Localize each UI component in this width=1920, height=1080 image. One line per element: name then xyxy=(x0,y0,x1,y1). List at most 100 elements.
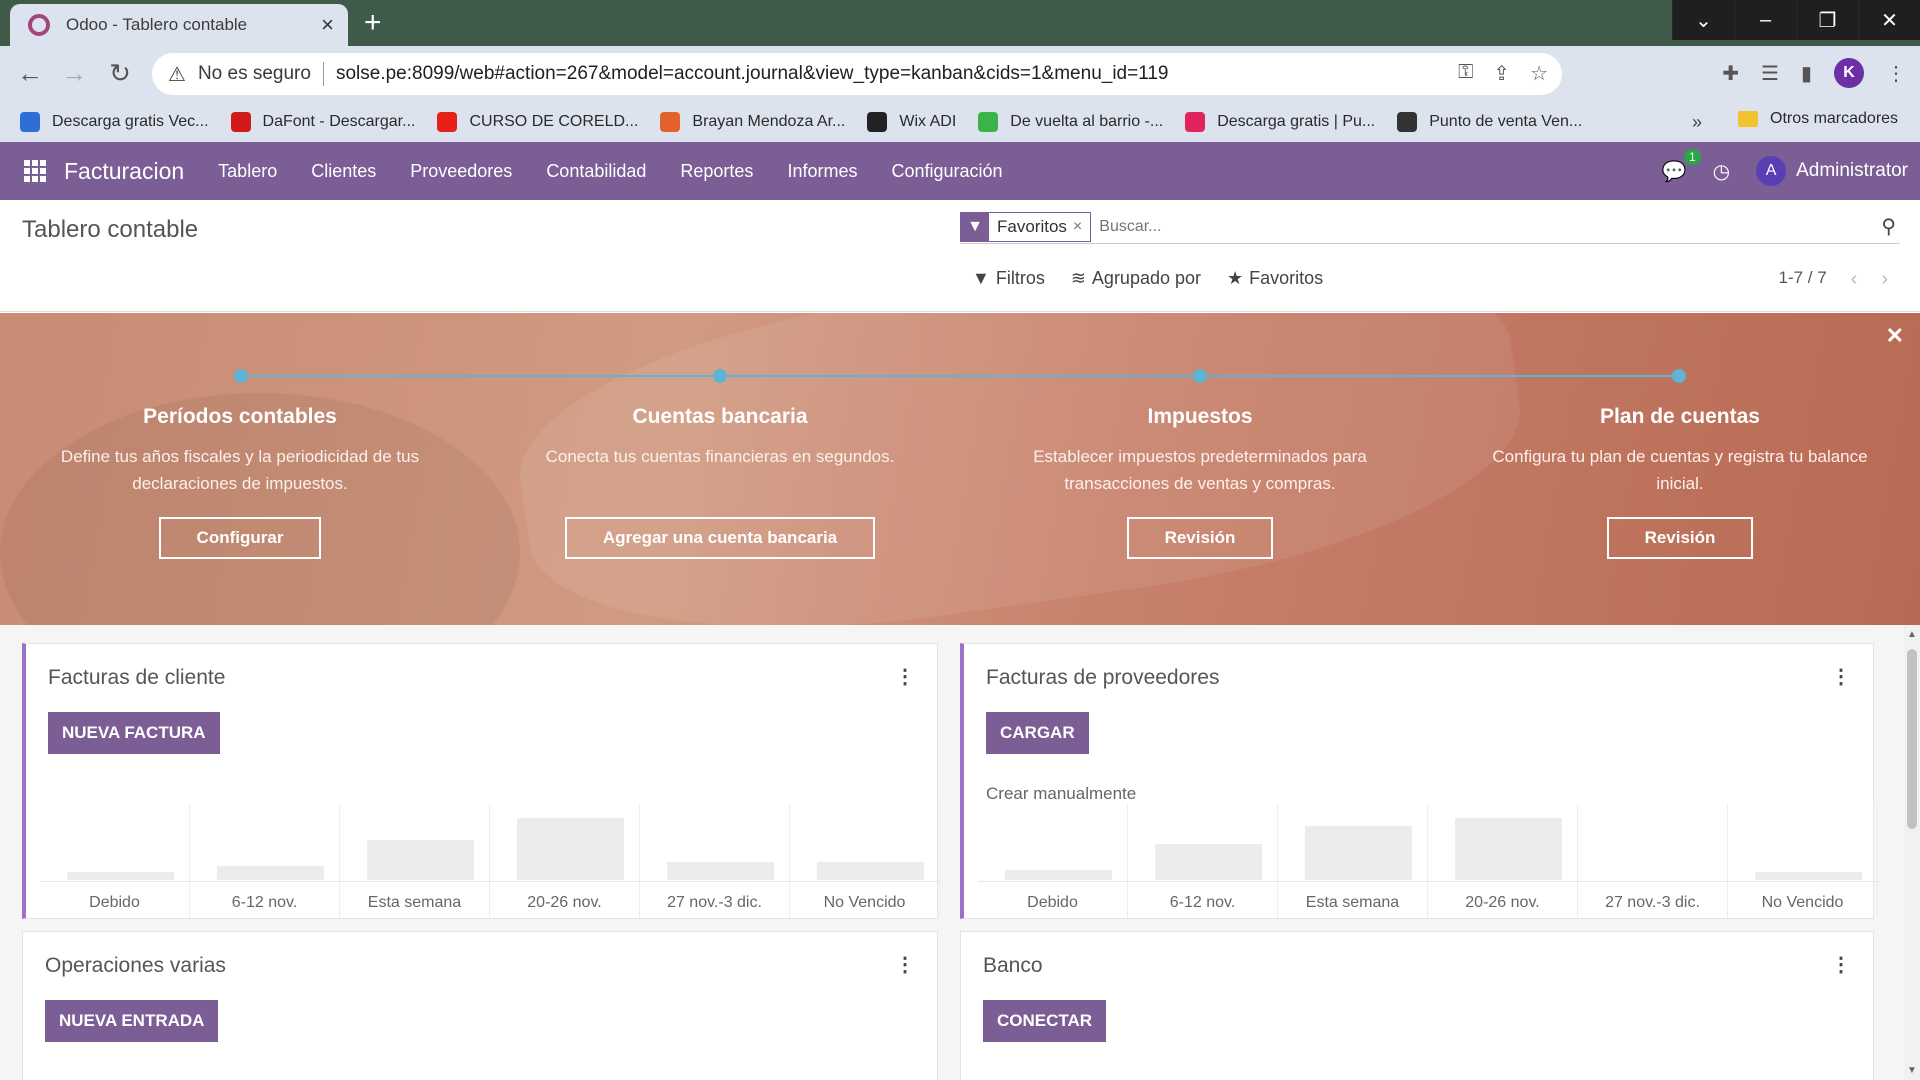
page-scrollbar[interactable]: ▲ ▼ xyxy=(1904,625,1920,1080)
toolbar-right: ✚ ☰ ▮ K ⋮ xyxy=(1722,58,1906,88)
step-dot xyxy=(1193,369,1207,383)
back-icon[interactable]: ← xyxy=(14,58,46,89)
filters-button[interactable]: ▼ Filtros xyxy=(972,268,1045,289)
bookmark-label: De vuelta al barrio -... xyxy=(1010,113,1164,130)
journal-graph[interactable]: Debido 6-12 nov. Esta semana 20-26 nov. 27 n… xyxy=(40,804,940,918)
new-invoice-button[interactable]: NUEVA FACTURA xyxy=(48,712,220,754)
omnibox-icons: ⚿ ⇪ ☆ xyxy=(1458,61,1548,86)
bookmark-item[interactable]: CURSO DE CORELD... xyxy=(437,112,638,132)
menu-configuracion[interactable]: Configuración xyxy=(891,161,1002,182)
insecure-label[interactable]: No es seguro xyxy=(198,63,311,85)
graph-label: 20-26 nov. xyxy=(527,894,602,911)
bookmark-item[interactable]: Descarga gratis Vec... xyxy=(20,112,209,132)
user-menu[interactable]: A Administrator xyxy=(1756,156,1908,186)
window-controls: ⌄ – ❐ ✕ xyxy=(1672,0,1920,40)
other-bookmarks[interactable]: Otros marcadores xyxy=(1738,110,1898,128)
step-title: Cuentas bancaria xyxy=(632,405,808,428)
configure-periods-button[interactable]: Configurar xyxy=(158,517,322,559)
step-dot xyxy=(234,369,248,383)
review-chart-of-accounts-button[interactable]: Revisión xyxy=(1606,517,1754,559)
bookmark-item[interactable]: Punto de venta Ven... xyxy=(1397,112,1582,132)
journal-title[interactable]: Banco xyxy=(983,954,1043,978)
pager-next-icon[interactable]: › xyxy=(1881,268,1888,291)
new-entry-button[interactable]: NUEVA ENTRADA xyxy=(45,1000,219,1042)
journal-title[interactable]: Operaciones varias xyxy=(45,954,226,978)
bookmarks-overflow-icon[interactable]: » xyxy=(1692,112,1702,133)
bookmark-item[interactable]: Wix ADI xyxy=(867,112,956,132)
upload-button[interactable]: CARGAR xyxy=(986,712,1089,754)
new-tab-button[interactable]: + xyxy=(364,6,382,40)
bookmark-item[interactable]: Descarga gratis | Pu... xyxy=(1185,112,1375,132)
onboarding-step-taxes: Impuestos Establecer impuestos predeterm… xyxy=(1000,405,1400,559)
tab-close-icon[interactable]: × xyxy=(321,12,334,38)
reload-icon[interactable]: ↻ xyxy=(104,58,136,89)
bookmark-item[interactable]: De vuelta al barrio -... xyxy=(978,112,1163,132)
chrome-menu-icon[interactable]: ⋮ xyxy=(1886,61,1906,86)
scrollbar-thumb[interactable] xyxy=(1907,649,1917,829)
apps-menu-icon[interactable] xyxy=(24,160,46,182)
bookmark-label: Brayan Mendoza Ar... xyxy=(692,113,846,130)
group-by-button[interactable]: ≋ Agrupado por xyxy=(1071,268,1201,289)
connect-bank-button[interactable]: CONECTAR xyxy=(983,1000,1107,1042)
minimize-icon[interactable]: – xyxy=(1734,0,1796,40)
scroll-down-icon[interactable]: ▼ xyxy=(1904,1065,1920,1076)
graph-column: 27 nov.-3 dic. xyxy=(640,804,790,918)
journal-title[interactable]: Facturas de cliente xyxy=(48,666,225,690)
share-icon[interactable]: ⇪ xyxy=(1493,61,1510,86)
onboarding-step-bank: Cuentas bancaria Conecta tus cuentas fin… xyxy=(520,405,920,559)
menu-tablero[interactable]: Tablero xyxy=(218,161,277,182)
pager-value[interactable]: 1-7 / 7 xyxy=(1778,268,1826,291)
menu-informes[interactable]: Informes xyxy=(787,161,857,182)
tab-search-icon[interactable]: ⌄ xyxy=(1672,0,1734,40)
activity-clock-icon[interactable]: ◷ xyxy=(1713,159,1730,184)
kebab-menu-icon[interactable]: ⋮ xyxy=(895,952,915,977)
restore-icon[interactable]: ❐ xyxy=(1796,0,1858,40)
filter-icon: ▼ xyxy=(972,268,990,288)
kebab-menu-icon[interactable]: ⋮ xyxy=(895,664,915,689)
close-window-icon[interactable]: ✕ xyxy=(1858,0,1920,40)
favorites-button[interactable]: ★ Favoritos xyxy=(1227,268,1323,289)
menu-reportes[interactable]: Reportes xyxy=(680,161,753,182)
menu-contabilidad[interactable]: Contabilidad xyxy=(546,161,646,182)
kebab-menu-icon[interactable]: ⋮ xyxy=(1831,952,1851,977)
messaging-menu[interactable]: 💬 1 xyxy=(1662,148,1701,184)
side-panel-icon[interactable]: ▮ xyxy=(1801,61,1812,86)
address-bar[interactable]: ⚠ No es seguro solse.pe:8099/web#action=… xyxy=(152,53,1562,95)
graph-label: Esta semana xyxy=(367,894,462,911)
step-dot xyxy=(1672,369,1686,383)
menu-proveedores[interactable]: Proveedores xyxy=(410,161,512,182)
pager-previous-icon[interactable]: ‹ xyxy=(1851,268,1858,291)
scroll-up-icon[interactable]: ▲ xyxy=(1904,629,1920,640)
star-icon[interactable]: ☆ xyxy=(1530,61,1548,86)
browser-tab-active[interactable]: Odoo - Tablero contable × xyxy=(10,4,348,46)
onboarding-step-chart-of-accounts: Plan de cuentas Configura tu plan de cue… xyxy=(1480,405,1880,559)
extensions-icon[interactable]: ✚ xyxy=(1722,61,1739,86)
add-bank-account-button[interactable]: Agregar una cuenta bancaria xyxy=(564,517,876,559)
graph-bar xyxy=(1754,872,1863,880)
onboarding-step-periods: Períodos contables Define tus años fisca… xyxy=(40,405,440,559)
profile-avatar[interactable]: K xyxy=(1834,58,1864,88)
browser-tabstrip: Odoo - Tablero contable × + ⌄ – ❐ ✕ xyxy=(0,0,1920,46)
url-text[interactable]: solse.pe:8099/web#action=267&model=accou… xyxy=(336,63,1169,85)
bookmark-item[interactable]: DaFont - Descargar... xyxy=(230,112,415,132)
create-manually-link[interactable]: Crear manualmente xyxy=(986,784,1136,804)
search-bar: ▼ Favoritos × ⚲ xyxy=(960,210,1900,244)
menu-clientes[interactable]: Clientes xyxy=(311,161,376,182)
forward-icon[interactable]: → xyxy=(58,58,90,89)
journal-title[interactable]: Facturas de proveedores xyxy=(986,666,1219,690)
app-brand[interactable]: Facturacion xyxy=(64,158,184,185)
graph-bar xyxy=(366,840,475,880)
graph-column: 6-12 nov. xyxy=(190,804,340,918)
graph-label: Debido xyxy=(1027,894,1078,911)
bookmark-item[interactable]: Brayan Mendoza Ar... xyxy=(660,112,845,132)
reading-list-icon[interactable]: ☰ xyxy=(1761,61,1779,86)
graph-column: No Vencido xyxy=(790,804,940,918)
journal-graph[interactable]: Debido 6-12 nov. Esta semana 20-26 nov. 27 n… xyxy=(978,804,1878,918)
review-taxes-button[interactable]: Revisión xyxy=(1126,517,1274,559)
banner-close-icon[interactable]: ✕ xyxy=(1886,323,1904,349)
kebab-menu-icon[interactable]: ⋮ xyxy=(1831,664,1851,689)
search-icon[interactable]: ⚲ xyxy=(1881,214,1896,239)
search-input[interactable] xyxy=(1099,217,1882,236)
key-icon[interactable]: ⚿ xyxy=(1458,61,1473,86)
facet-remove-icon[interactable]: × xyxy=(1073,218,1090,236)
